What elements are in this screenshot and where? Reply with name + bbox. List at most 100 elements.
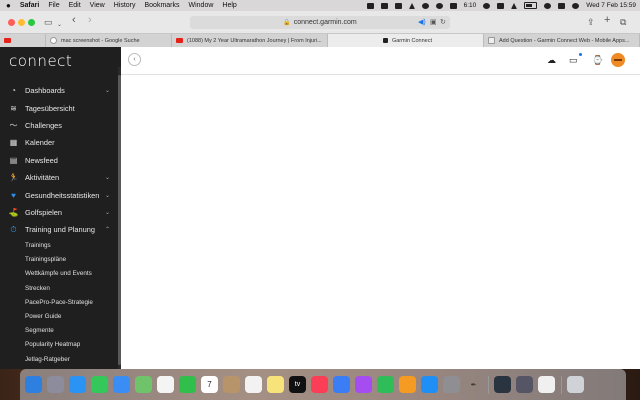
numbers-icon[interactable] [377, 376, 394, 393]
sidebar-item-label: Challenges [25, 120, 62, 130]
launchpad-icon[interactable] [47, 376, 64, 393]
keynote-icon[interactable] [333, 376, 350, 393]
menu-file[interactable]: File [48, 2, 59, 9]
notification-icon[interactable]: ▭ [569, 55, 578, 65]
wifi-icon[interactable] [511, 2, 518, 9]
mail-icon[interactable] [113, 376, 130, 393]
sidebar-item-aktivitaeten[interactable]: 🏃 Aktivitäten ⌄ [0, 169, 118, 186]
apple-menu-icon[interactable]: ● [6, 1, 11, 10]
sidebar-subitem-power-guide[interactable]: Power Guide [0, 309, 118, 323]
translate-icon[interactable]: ▣ [430, 19, 437, 26]
sidebar-subitem-pacepro[interactable]: PacePro-Pace-Strategie [0, 295, 118, 309]
tv-icon[interactable]: tv [289, 376, 306, 393]
sidebar-item-tagesuebersicht[interactable]: ≋ Tagesübersicht [0, 99, 118, 116]
tab-add-question[interactable]: Add Question - Garmin Connect Web - Mobi… [484, 34, 640, 47]
back-button[interactable]: ‹ [72, 15, 76, 26]
notes-icon[interactable] [267, 376, 284, 393]
sidebar-item-gesundheitsstatistiken[interactable]: ♥ Gesundheitsstatistiken ⌄ [0, 186, 118, 203]
menu-help[interactable]: Help [222, 2, 236, 9]
photos-icon[interactable] [157, 376, 174, 393]
menu-history[interactable]: History [114, 2, 136, 9]
sidebar-subitem-strecken[interactable]: Strecken [0, 281, 118, 295]
trash-icon[interactable] [567, 376, 584, 393]
sidebar-item-training-und-planung[interactable]: ⏱ Training und Planung ⌃ [0, 221, 118, 238]
app-store-icon[interactable] [421, 376, 438, 393]
chevron-down-icon: ⌄ [104, 88, 110, 95]
calendar-icon[interactable]: 7 [201, 376, 218, 393]
connect-logo[interactable]: connect [9, 52, 72, 70]
sidebar-item-label: Golfspielen [25, 207, 62, 217]
tab-google-search[interactable]: mac screenshot - Google Suche [46, 34, 172, 47]
sidebar-subitem-popularity-heatmap[interactable]: Popularity Heatmap [0, 338, 118, 352]
close-window-button[interactable] [8, 19, 15, 26]
podcasts-icon[interactable] [355, 376, 372, 393]
display-icon[interactable] [366, 2, 374, 9]
timer-text[interactable]: 6:10 [464, 2, 477, 9]
sync-status-icon[interactable] [435, 2, 443, 9]
contacts-icon[interactable] [223, 376, 240, 393]
finder-icon[interactable] [25, 376, 42, 393]
control-center-icon[interactable] [558, 2, 566, 9]
sidebar-item-dashboards[interactable]: ◔ Dashboards ⌄ [0, 82, 118, 99]
siri-icon[interactable] [572, 2, 580, 9]
pen-icon[interactable]: ✒ [465, 376, 482, 393]
sidebar-subitem-wettkaempfe[interactable]: Wettkämpfe und Events [0, 267, 118, 281]
cloud-status-icon[interactable] [421, 2, 429, 9]
drive-status-icon[interactable] [408, 2, 415, 9]
reload-icon[interactable]: ↻ [440, 19, 446, 26]
sidebar-item-challenges[interactable]: 〜 Challenges [0, 117, 118, 134]
maps-icon[interactable] [135, 376, 152, 393]
clock[interactable]: Wed 7 Feb 15:59 [586, 2, 636, 9]
zoom-window-button[interactable] [28, 19, 35, 26]
reminders-icon[interactable] [245, 376, 262, 393]
tab-youtube-video[interactable]: (1088) My 2 Year Ultramarathon Journey |… [172, 34, 328, 47]
sidebar-item-newsfeed[interactable]: ▤ Newsfeed [0, 152, 118, 169]
device-icon[interactable]: ⌚ [592, 55, 603, 65]
safari-icon[interactable] [69, 376, 86, 393]
spotlight-icon[interactable] [544, 2, 552, 9]
upload-icon[interactable]: ☁ [547, 55, 556, 65]
sidebar-item-golfspielen[interactable]: ⛳ Golfspielen ⌄ [0, 204, 118, 221]
stopwatch-icon: ⏱ [10, 224, 17, 234]
sidebar-chevron-icon[interactable]: ⌄ [57, 20, 62, 30]
calendar-status-icon[interactable] [380, 2, 388, 9]
sidebar-toggle-icon[interactable]: ▭ [44, 17, 53, 27]
screenshot-icon[interactable] [494, 376, 511, 393]
grid-status-icon[interactable] [394, 2, 402, 9]
document-icon[interactable] [538, 376, 555, 393]
golf-icon: ⛳ [8, 207, 19, 217]
sidebar-subitem-jetlag-ratgeber[interactable]: Jetlag-Ratgeber [0, 352, 118, 366]
share-icon[interactable]: ⇪ [587, 17, 595, 27]
forward-button[interactable]: › [88, 15, 92, 26]
challenges-icon: 〜 [9, 120, 18, 130]
address-bar[interactable]: 🔒 connect.garmin.com [190, 16, 450, 29]
minimize-window-button[interactable] [18, 19, 25, 26]
facetime-icon[interactable] [179, 376, 196, 393]
lock-status-icon[interactable] [449, 2, 457, 9]
menu-safari[interactable]: Safari [20, 2, 39, 9]
volume-status-icon[interactable] [483, 2, 491, 9]
sidebar-item-kalender[interactable]: ▦ Kalender [0, 134, 118, 151]
messages-icon[interactable] [91, 376, 108, 393]
new-tab-button[interactable]: + [604, 15, 610, 26]
battery-icon[interactable] [524, 2, 538, 9]
system-preferences-icon[interactable] [443, 376, 460, 393]
sidebar-subitem-trainingsplaene[interactable]: Trainingspläne [0, 253, 118, 267]
menu-bookmarks[interactable]: Bookmarks [144, 2, 179, 9]
music-icon[interactable] [311, 376, 328, 393]
avatar[interactable] [611, 53, 625, 67]
audio-playing-icon[interactable]: ◀) [418, 19, 426, 26]
menu-edit[interactable]: Edit [69, 2, 81, 9]
main-content: ‹ ☁ ▭ ⌚ [121, 47, 640, 369]
menu-window[interactable]: Window [189, 2, 214, 9]
pages-icon[interactable] [399, 376, 416, 393]
preview-icon[interactable] [516, 376, 533, 393]
back-icon[interactable]: ‹ [128, 53, 141, 66]
bluetooth-status-icon[interactable] [497, 2, 505, 9]
menu-view[interactable]: View [90, 2, 105, 9]
sidebar-subitem-segmente[interactable]: Segmente [0, 324, 118, 338]
tab-overview-icon[interactable]: ⧉ [620, 17, 626, 27]
tab-garmin-connect[interactable]: Garmin Connect [328, 34, 484, 47]
tab-pinned-youtube[interactable] [0, 34, 46, 47]
sidebar-subitem-trainings[interactable]: Trainings [0, 239, 118, 253]
